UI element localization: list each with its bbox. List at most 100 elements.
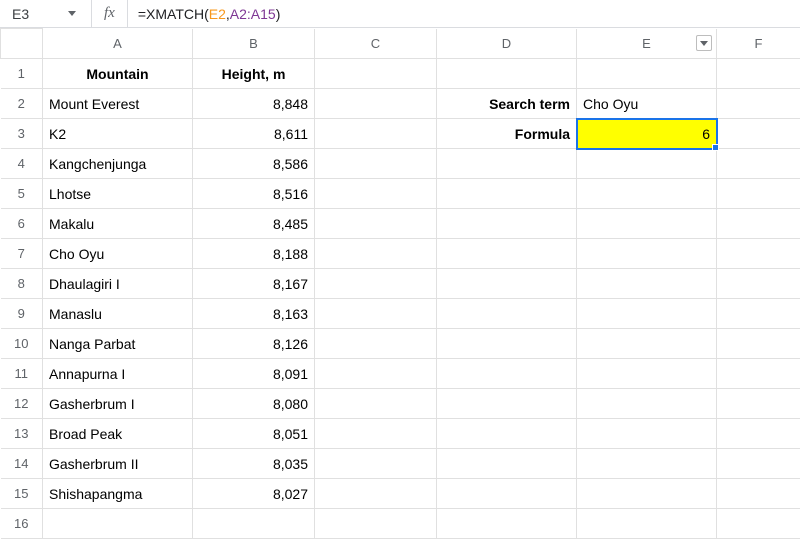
cell-D13[interactable]	[437, 419, 577, 449]
cell-D15[interactable]	[437, 479, 577, 509]
cell-D2[interactable]: Search term	[437, 89, 577, 119]
cell-A10[interactable]: Nanga Parbat	[43, 329, 193, 359]
cell-D1[interactable]	[437, 59, 577, 89]
cell-B8[interactable]: 8,167	[193, 269, 315, 299]
cell-B11[interactable]: 8,091	[193, 359, 315, 389]
cell-E2[interactable]: Cho Oyu	[577, 89, 717, 119]
fx-icon[interactable]: fx	[92, 0, 128, 27]
cell-C3[interactable]	[315, 119, 437, 149]
row-header-12[interactable]: 12	[1, 389, 43, 419]
row-header-2[interactable]: 2	[1, 89, 43, 119]
row-header-8[interactable]: 8	[1, 269, 43, 299]
spreadsheet-grid[interactable]: A B C D E F 1MountainHeight, m2Mount Eve…	[0, 28, 800, 542]
cell-F7[interactable]	[717, 239, 800, 269]
cell-D3[interactable]: Formula	[437, 119, 577, 149]
cell-F5[interactable]	[717, 179, 800, 209]
cell-F12[interactable]	[717, 389, 800, 419]
cell-D10[interactable]	[437, 329, 577, 359]
cell-A7[interactable]: Cho Oyu	[43, 239, 193, 269]
row-header-11[interactable]: 11	[1, 359, 43, 389]
cell-A15[interactable]: Shishapangma	[43, 479, 193, 509]
cell-D6[interactable]	[437, 209, 577, 239]
cell-E8[interactable]	[577, 269, 717, 299]
cell-E16[interactable]	[577, 509, 717, 539]
col-header-C[interactable]: C	[315, 29, 437, 59]
cell-D16[interactable]	[437, 509, 577, 539]
cell-C10[interactable]	[315, 329, 437, 359]
cell-A1[interactable]: Mountain	[43, 59, 193, 89]
row-header-7[interactable]: 7	[1, 239, 43, 269]
cell-A6[interactable]: Makalu	[43, 209, 193, 239]
cell-F11[interactable]	[717, 359, 800, 389]
cell-B10[interactable]: 8,126	[193, 329, 315, 359]
cell-E10[interactable]	[577, 329, 717, 359]
cell-F14[interactable]	[717, 449, 800, 479]
cell-F2[interactable]	[717, 89, 800, 119]
cell-E7[interactable]	[577, 239, 717, 269]
row-header-15[interactable]: 15	[1, 479, 43, 509]
cell-A16[interactable]	[43, 509, 193, 539]
row-header-1[interactable]: 1	[1, 59, 43, 89]
cell-B3[interactable]: 8,611	[193, 119, 315, 149]
cell-E11[interactable]	[577, 359, 717, 389]
select-all-corner[interactable]	[1, 29, 43, 59]
cell-A11[interactable]: Annapurna I	[43, 359, 193, 389]
cell-F4[interactable]	[717, 149, 800, 179]
row-header-4[interactable]: 4	[1, 149, 43, 179]
cell-E1[interactable]	[577, 59, 717, 89]
cell-B15[interactable]: 8,027	[193, 479, 315, 509]
cell-D5[interactable]	[437, 179, 577, 209]
cell-C13[interactable]	[315, 419, 437, 449]
col-header-E[interactable]: E	[577, 29, 717, 59]
cell-C8[interactable]	[315, 269, 437, 299]
cell-C9[interactable]	[315, 299, 437, 329]
cell-D12[interactable]	[437, 389, 577, 419]
row-header-3[interactable]: 3	[1, 119, 43, 149]
row-header-9[interactable]: 9	[1, 299, 43, 329]
cell-F3[interactable]	[717, 119, 800, 149]
row-header-14[interactable]: 14	[1, 449, 43, 479]
cell-C6[interactable]	[315, 209, 437, 239]
cell-D8[interactable]	[437, 269, 577, 299]
column-menu-icon[interactable]	[696, 35, 712, 51]
cell-B13[interactable]: 8,051	[193, 419, 315, 449]
cell-D7[interactable]	[437, 239, 577, 269]
row-header-10[interactable]: 10	[1, 329, 43, 359]
cell-E4[interactable]	[577, 149, 717, 179]
cell-F1[interactable]	[717, 59, 800, 89]
cell-B6[interactable]: 8,485	[193, 209, 315, 239]
cell-F10[interactable]	[717, 329, 800, 359]
cell-F9[interactable]	[717, 299, 800, 329]
col-header-F[interactable]: F	[717, 29, 800, 59]
cell-A14[interactable]: Gasherbrum II	[43, 449, 193, 479]
cell-B4[interactable]: 8,586	[193, 149, 315, 179]
cell-D9[interactable]	[437, 299, 577, 329]
cell-B7[interactable]: 8,188	[193, 239, 315, 269]
cell-E14[interactable]	[577, 449, 717, 479]
cell-B14[interactable]: 8,035	[193, 449, 315, 479]
cell-E15[interactable]	[577, 479, 717, 509]
cell-C16[interactable]	[315, 509, 437, 539]
cell-B2[interactable]: 8,848	[193, 89, 315, 119]
name-box[interactable]	[12, 6, 60, 22]
cell-F16[interactable]	[717, 509, 800, 539]
row-header-16[interactable]: 16	[1, 509, 43, 539]
cell-A13[interactable]: Broad Peak	[43, 419, 193, 449]
cell-C5[interactable]	[315, 179, 437, 209]
cell-B16[interactable]	[193, 509, 315, 539]
cell-E5[interactable]	[577, 179, 717, 209]
cell-A2[interactable]: Mount Everest	[43, 89, 193, 119]
cell-C7[interactable]	[315, 239, 437, 269]
cell-F13[interactable]	[717, 419, 800, 449]
cell-B5[interactable]: 8,516	[193, 179, 315, 209]
col-header-D[interactable]: D	[437, 29, 577, 59]
cell-E12[interactable]	[577, 389, 717, 419]
name-box-container[interactable]	[2, 0, 92, 27]
cell-B12[interactable]: 8,080	[193, 389, 315, 419]
cell-A9[interactable]: Manaslu	[43, 299, 193, 329]
cell-D11[interactable]	[437, 359, 577, 389]
row-header-5[interactable]: 5	[1, 179, 43, 209]
cell-C11[interactable]	[315, 359, 437, 389]
cell-C14[interactable]	[315, 449, 437, 479]
selection-fill-handle[interactable]	[712, 144, 719, 151]
